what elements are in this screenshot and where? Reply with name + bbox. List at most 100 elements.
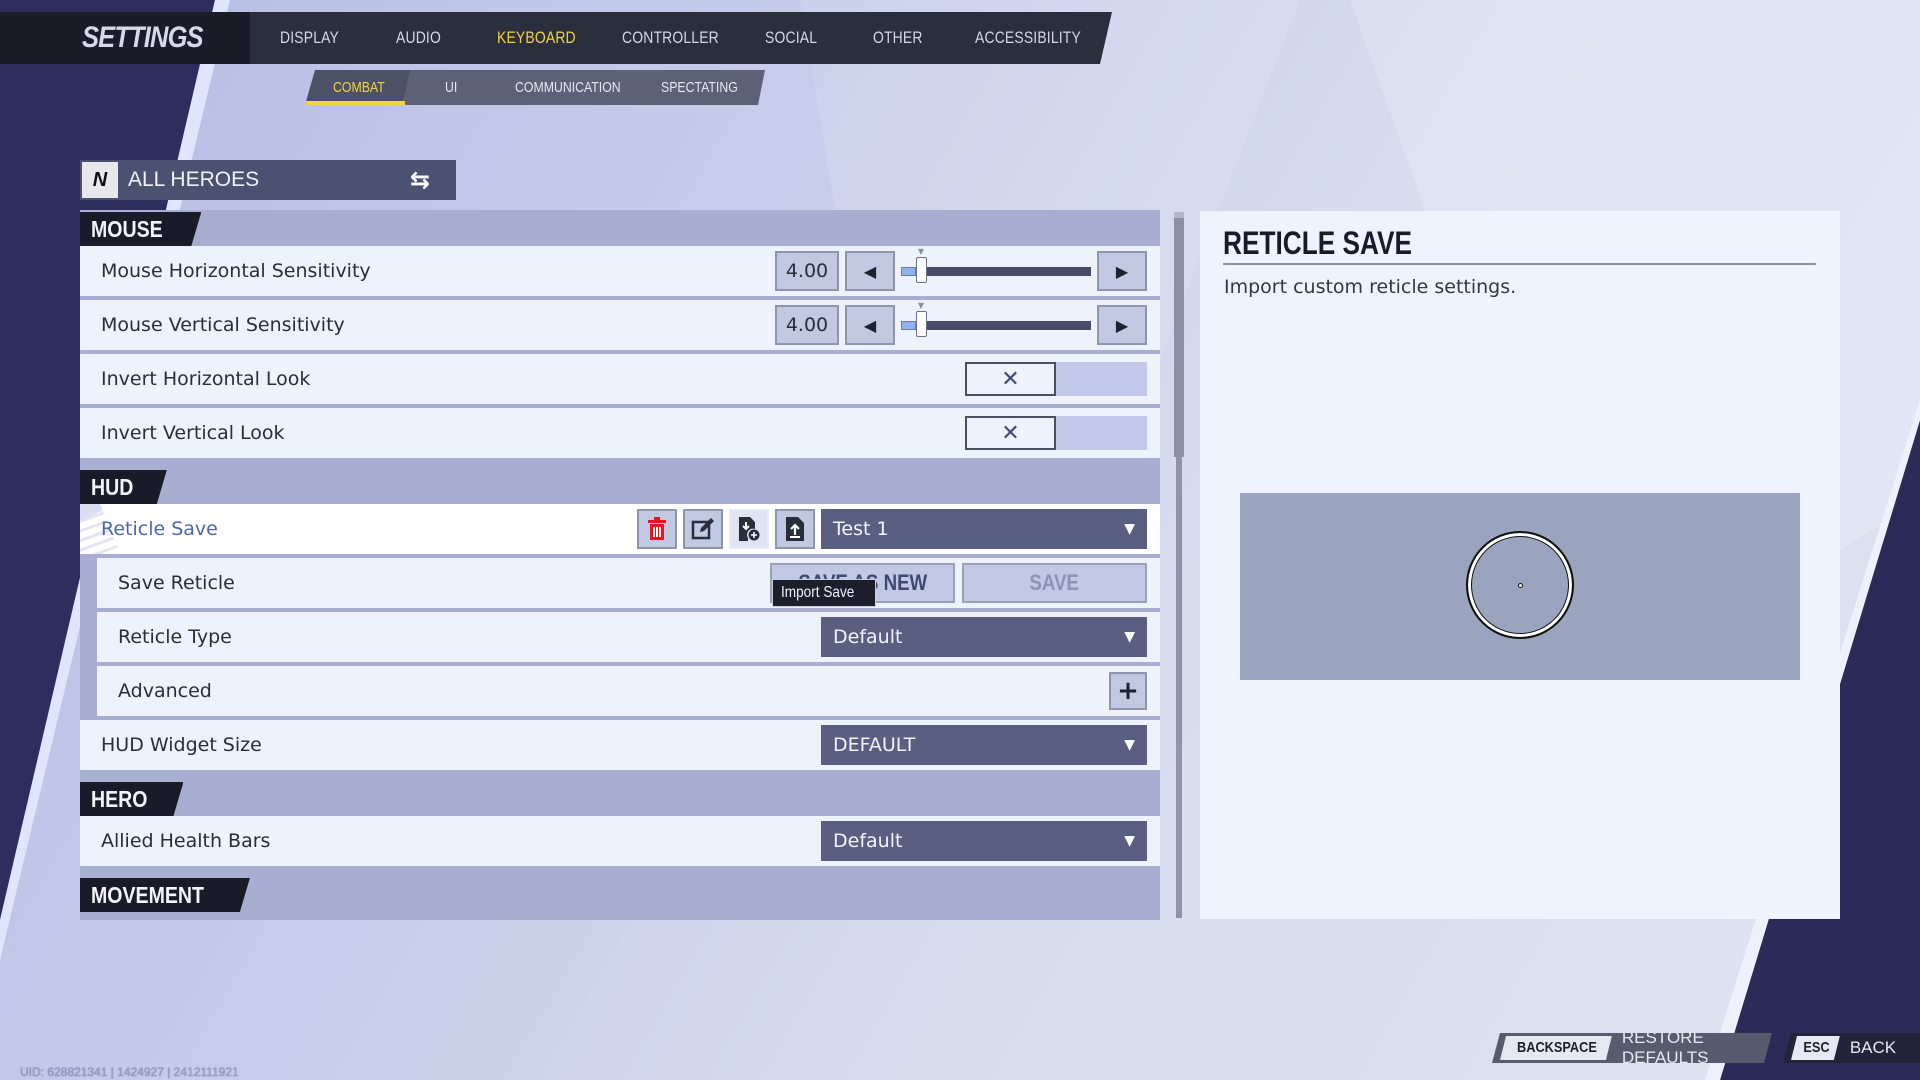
section-header-hero: HERO: [80, 780, 1160, 816]
reticle-dot-icon: [1518, 583, 1523, 588]
settings-list: MOUSE Mouse Horizontal Sensitivity 4.00 …: [80, 210, 1160, 920]
increase-button[interactable]: ▶: [1097, 251, 1147, 291]
dropdown-value: DEFAULT: [833, 734, 916, 756]
section-header-movement: MOVEMENT: [80, 876, 1160, 912]
detail-description: Import custom reticle settings.: [1224, 276, 1517, 298]
subtab-ui[interactable]: UI: [445, 70, 457, 105]
tab-display[interactable]: DISPLAY: [280, 28, 375, 48]
sensitivity-value-field[interactable]: 4.00: [775, 305, 839, 345]
trash-icon: [648, 517, 666, 540]
sub-tabs: COMBAT UI COMMUNICATION SPECTATING: [305, 70, 765, 105]
arrow-right-icon: ▶: [1115, 261, 1129, 281]
detail-title: RETICLE SAVE: [1223, 225, 1413, 261]
expand-advanced-button[interactable]: +: [1109, 672, 1147, 710]
section-header-hud: HUD: [80, 468, 1160, 504]
subtab-communication[interactable]: COMMUNICATION: [515, 70, 621, 105]
slider-caret-icon: ▼: [917, 247, 925, 256]
setting-row-allied-health-bars: Allied Health Bars Default ▼: [80, 816, 1160, 866]
import-save-icon: [739, 517, 760, 541]
tab-keyboard[interactable]: KEYBOARD: [497, 28, 600, 48]
slider-thumb[interactable]: [916, 257, 927, 283]
caret-down-icon: ▼: [1124, 629, 1135, 645]
dropdown-value: Default: [833, 626, 903, 648]
restore-defaults-label: RESTORE DEFAULTS: [1621, 1028, 1709, 1067]
caret-down-icon: ▼: [1124, 833, 1135, 849]
setting-label: Reticle Save: [101, 518, 218, 540]
slider-fill: [901, 267, 916, 276]
key-hint-esc: ESC: [1791, 1036, 1840, 1060]
scrollbar-thumb[interactable]: [1174, 212, 1184, 457]
edit-button[interactable]: [683, 509, 723, 549]
setting-row-hud-widget-size: HUD Widget Size DEFAULT ▼: [80, 720, 1160, 770]
plus-icon: +: [1117, 676, 1139, 706]
sensitivity-slider[interactable]: ▼: [901, 247, 1091, 291]
reticle-type-dropdown[interactable]: Default ▼: [821, 617, 1147, 657]
hero-logo-icon: N: [82, 162, 118, 198]
subtab-combat[interactable]: COMBAT: [333, 70, 385, 105]
back-label: BACK: [1849, 1038, 1897, 1057]
setting-row-invert-horizontal-look: Invert Horizontal Look ✕: [80, 354, 1160, 404]
x-icon: ✕: [965, 362, 1056, 396]
hud-widget-size-dropdown[interactable]: DEFAULT ▼: [821, 725, 1147, 765]
setting-label: HUD Widget Size: [101, 734, 262, 756]
setting-label: Save Reticle: [118, 572, 235, 594]
arrow-left-icon: ◀: [863, 261, 877, 281]
tab-accessibility[interactable]: ACCESSIBILITY: [975, 28, 1090, 48]
arrow-left-icon: ◀: [863, 315, 877, 335]
subtab-spectating[interactable]: SPECTATING: [661, 70, 738, 105]
export-icon: [786, 517, 804, 541]
sensitivity-slider[interactable]: ▼: [901, 301, 1091, 345]
save-button[interactable]: SAVE: [962, 563, 1147, 603]
import-save-button[interactable]: [729, 509, 769, 549]
slider-thumb[interactable]: [916, 311, 927, 337]
invert-vertical-toggle[interactable]: ✕: [965, 416, 1147, 450]
scrollbar[interactable]: [1174, 212, 1184, 918]
section-title: MOVEMENT: [80, 878, 250, 912]
restore-defaults-button[interactable]: BACKSPACE RESTORE DEFAULTS: [1492, 1033, 1772, 1063]
setting-row-advanced: Advanced +: [97, 666, 1160, 716]
slider-fill: [901, 321, 916, 330]
slider-track: [901, 267, 1091, 276]
dropdown-value: Test 1: [833, 518, 889, 540]
sensitivity-value-field[interactable]: 4.00: [775, 251, 839, 291]
setting-row-invert-vertical-look: Invert Vertical Look ✕: [80, 408, 1160, 458]
decrease-button[interactable]: ◀: [845, 305, 895, 345]
setting-row-save-reticle: Save Reticle SAVE AS NEW SAVE: [97, 558, 1160, 608]
detail-panel: RETICLE SAVE Import custom reticle setti…: [1200, 211, 1840, 919]
dropdown-value: Default: [833, 830, 903, 852]
decrease-button[interactable]: ◀: [845, 251, 895, 291]
reticle-save-dropdown[interactable]: Test 1 ▼: [821, 509, 1147, 549]
edit-icon: [691, 518, 714, 540]
setting-row-mouse-vertical-sensitivity: Mouse Vertical Sensitivity 4.00 ◀ ▼ ▶: [80, 300, 1160, 350]
increase-button[interactable]: ▶: [1097, 305, 1147, 345]
setting-label: Reticle Type: [118, 626, 232, 648]
setting-label: Mouse Vertical Sensitivity: [101, 314, 345, 336]
hero-selector-label: ALL HEROES: [128, 168, 260, 191]
invert-horizontal-toggle[interactable]: ✕: [965, 362, 1147, 396]
back-button[interactable]: ESC BACK: [1783, 1033, 1920, 1063]
delete-button[interactable]: [637, 509, 677, 549]
swap-arrows-icon[interactable]: ⇆: [400, 165, 440, 195]
tab-social[interactable]: SOCIAL: [765, 28, 854, 48]
setting-label: Invert Horizontal Look: [101, 368, 311, 390]
section-title: HERO: [80, 782, 183, 816]
uid-label: UID: 628821341 | 1424927 | 2412111921: [20, 1065, 239, 1079]
hero-selector[interactable]: N ALL HEROES ⇆: [80, 160, 456, 200]
key-hint-backspace: BACKSPACE: [1500, 1036, 1612, 1060]
allied-health-bars-dropdown[interactable]: Default ▼: [821, 821, 1147, 861]
tab-audio[interactable]: AUDIO: [396, 28, 479, 48]
setting-row-mouse-horizontal-sensitivity: Mouse Horizontal Sensitivity 4.00 ◀ ▼ ▶: [80, 246, 1160, 296]
tab-controller[interactable]: CONTROLLER: [622, 28, 739, 48]
setting-row-reticle-save[interactable]: Reticle Save Test 1 ▼: [80, 504, 1160, 554]
tooltip: Import Save: [772, 579, 877, 607]
export-button[interactable]: [775, 509, 815, 549]
x-icon: ✕: [965, 416, 1056, 450]
slider-caret-icon: ▼: [917, 301, 925, 310]
setting-label: Mouse Horizontal Sensitivity: [101, 260, 371, 282]
main-tabs: DISPLAY AUDIO KEYBOARD CONTROLLER SOCIAL…: [280, 28, 1112, 48]
slider-track: [901, 321, 1091, 330]
caret-down-icon: ▼: [1124, 521, 1135, 537]
arrow-right-icon: ▶: [1115, 315, 1129, 335]
page-title: SETTINGS: [82, 21, 204, 54]
tab-other[interactable]: OTHER: [873, 28, 957, 48]
